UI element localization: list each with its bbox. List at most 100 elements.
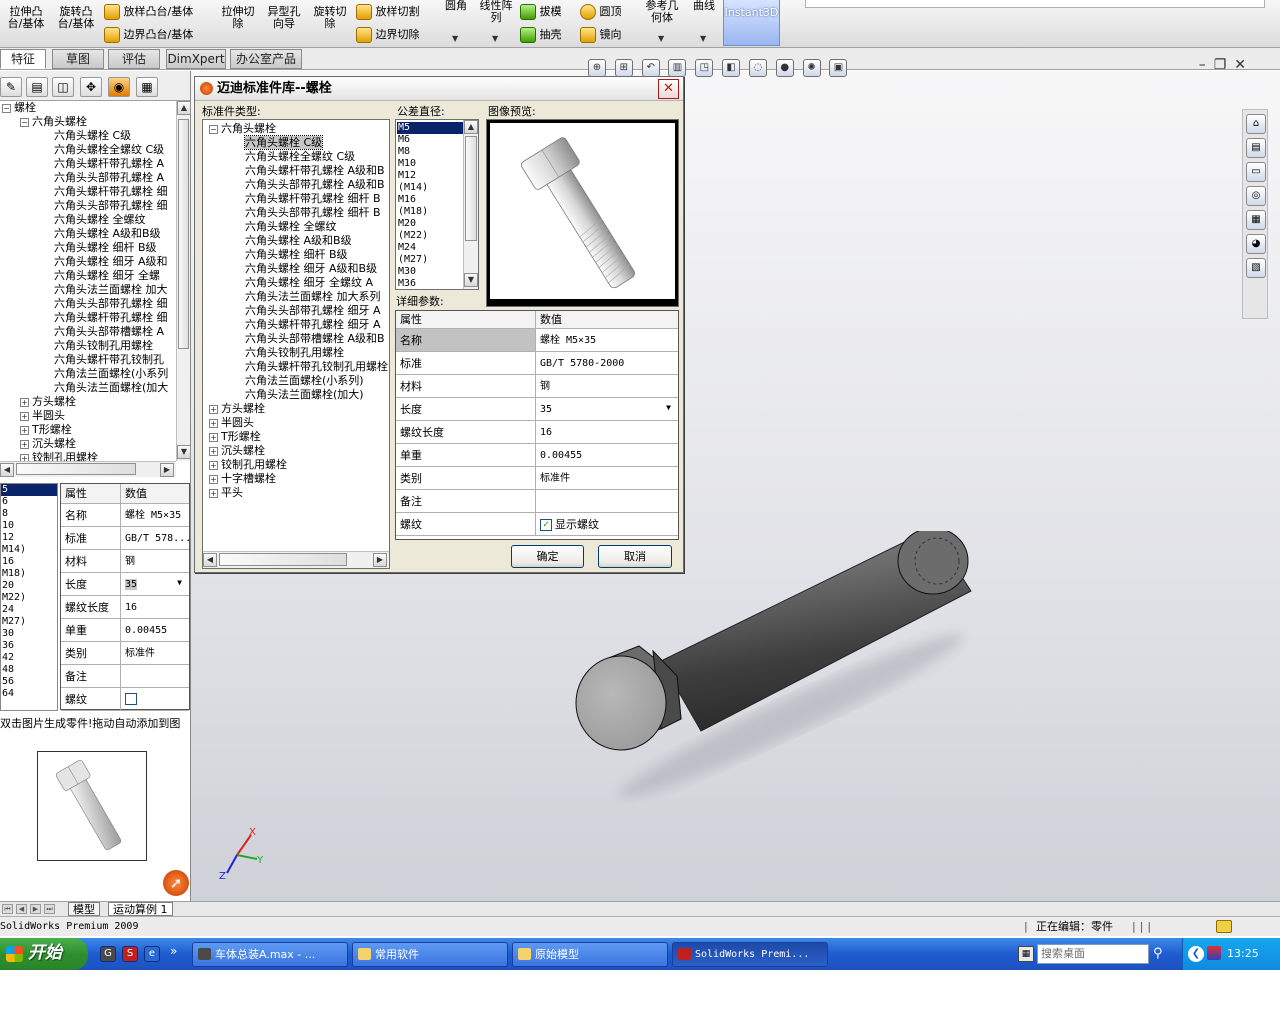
- dlg-tree-folder[interactable]: + 方头螺栓: [209, 402, 265, 416]
- tab-dimxpert[interactable]: DimXpert: [166, 49, 226, 69]
- dlg-tree-folder[interactable]: + 平头: [209, 486, 243, 500]
- tree-item[interactable]: 六角头头部带孔螺栓 细: [54, 199, 168, 213]
- tree-group[interactable]: − 六角头螺栓: [20, 115, 87, 129]
- size-list-item[interactable]: M18): [1, 568, 57, 580]
- quicklaunch-solidworks-icon[interactable]: S: [122, 946, 138, 962]
- dia-scroll-thumb[interactable]: [465, 136, 477, 241]
- property-value[interactable]: 16: [121, 596, 189, 618]
- expand-icon[interactable]: +: [20, 439, 29, 449]
- property-value[interactable]: [536, 490, 678, 512]
- first-tab-icon[interactable]: ⏮: [2, 904, 13, 914]
- dlg-tree-item[interactable]: 六角头螺栓 全螺纹: [245, 220, 337, 234]
- tab-evaluate[interactable]: 评估: [108, 49, 160, 69]
- dlg-tree-item[interactable]: 六角法兰面螺栓(小系列): [245, 374, 364, 388]
- dlg-tree-folder[interactable]: + 沉头螺栓: [209, 444, 265, 458]
- size-list-item[interactable]: 5: [1, 484, 57, 496]
- boundary-cut-button[interactable]: 边界切除: [356, 27, 420, 43]
- maidi-library-icon[interactable]: ◉: [108, 77, 130, 97]
- tree-item[interactable]: 六角头螺栓 细牙 全螺: [54, 269, 160, 283]
- view-palette-icon[interactable]: ▦: [1246, 210, 1266, 230]
- revolve-boss-button[interactable]: 旋转凸 台/基体: [54, 6, 98, 30]
- apply-scene-icon[interactable]: ✺: [802, 59, 821, 77]
- size-list-item[interactable]: 36: [1, 640, 57, 652]
- desktop-search-input[interactable]: 搜索桌面: [1037, 944, 1149, 964]
- taskbar-btn-max[interactable]: 车体总装A.max - ...: [192, 942, 348, 967]
- boundary-boss-button[interactable]: 边界凸台/基体: [104, 27, 193, 43]
- tree-item[interactable]: 六角头螺栓 细杆 B级: [54, 241, 157, 255]
- diameter-list-item[interactable]: M12: [397, 170, 463, 182]
- scroll-up-icon[interactable]: ▲: [177, 101, 191, 115]
- property-value[interactable]: GB/T 578...: [121, 527, 189, 549]
- shell-button[interactable]: 抽壳: [520, 27, 562, 43]
- dlg-tree-item[interactable]: 六角头法兰面螺栓 加大系列: [245, 290, 381, 304]
- thread-checkbox[interactable]: [125, 693, 137, 705]
- size-list-item[interactable]: 12: [1, 532, 57, 544]
- image-preview[interactable]: [486, 119, 679, 307]
- rebuild-tag-icon[interactable]: [1216, 920, 1232, 933]
- dlg-tree-item[interactable]: 六角头螺杆带孔铰制孔用螺栓: [245, 360, 388, 374]
- length-dropdown-icon[interactable]: ▼: [172, 575, 187, 591]
- instant3d-button[interactable]: Instant3D: [723, 0, 780, 46]
- dlg-tree-item[interactable]: 六角头头部带孔螺栓 细杆 B: [245, 206, 381, 220]
- tree-item[interactable]: 六角头法兰面螺栓 加大: [54, 283, 168, 297]
- tree-item[interactable]: 六角头螺栓 C级: [54, 129, 131, 143]
- tree-folder[interactable]: + 铰制孔用螺栓: [20, 451, 98, 461]
- expand-icon[interactable]: +: [209, 460, 218, 470]
- dialog-close-button[interactable]: ✕: [658, 79, 679, 99]
- diameter-list-item[interactable]: M20: [397, 218, 463, 230]
- property-value[interactable]: [121, 688, 189, 710]
- diameter-list-item[interactable]: (M18): [397, 206, 463, 218]
- tree-hscroll[interactable]: ◀ ▶: [0, 461, 176, 477]
- length-dropdown-icon[interactable]: ▼: [661, 400, 676, 416]
- tree-item[interactable]: 六角头螺栓 细牙 A级和: [54, 255, 168, 269]
- size-list-item[interactable]: M22): [1, 592, 57, 604]
- diameter-list-item[interactable]: M5: [397, 122, 463, 134]
- bolt-3d-model[interactable]: [561, 531, 981, 811]
- curves-button[interactable]: 曲线: [688, 0, 720, 12]
- tray-expand-icon[interactable]: ❮: [1188, 946, 1204, 962]
- tree-item[interactable]: 六角头法兰面螺栓(加大: [54, 381, 168, 395]
- property-value[interactable]: 钢: [121, 550, 189, 572]
- search-results-icon[interactable]: ◎: [1246, 186, 1266, 206]
- size-list-item[interactable]: 6: [1, 496, 57, 508]
- tree-item[interactable]: 六角头螺杆带孔螺栓 细: [54, 185, 168, 199]
- hide-show-icon[interactable]: ◌: [748, 59, 767, 77]
- size-list[interactable]: 5 6 8 10 12 M14) 16 M18) 20 M22) 24 M27) 30 36 42 48 56 6…: [0, 483, 58, 711]
- size-list-item[interactable]: 42: [1, 652, 57, 664]
- dimxpert-manager-icon[interactable]: ✥: [80, 77, 102, 97]
- diameter-vscroll[interactable]: ▲ ▼: [463, 120, 478, 289]
- property-value[interactable]: 螺栓 M5×35: [121, 504, 189, 526]
- tree-root[interactable]: − 螺栓: [2, 101, 36, 115]
- cancel-button[interactable]: 取消: [598, 545, 672, 568]
- previous-view-icon[interactable]: ↶: [641, 59, 660, 77]
- tray-app-icon[interactable]: [1207, 946, 1221, 960]
- collapse-icon[interactable]: −: [20, 117, 29, 127]
- dlg-tree-folder[interactable]: + 铰制孔用螺栓: [209, 458, 287, 472]
- curves-dropdown-icon[interactable]: ▼: [700, 34, 706, 43]
- tree-item[interactable]: 六角头螺栓 全螺纹: [54, 213, 146, 227]
- dlg-tree-item[interactable]: 六角头螺杆带孔螺栓 细牙 A: [245, 318, 381, 332]
- draft-button[interactable]: 拔模: [520, 4, 562, 20]
- close-doc-icon[interactable]: ✕: [1234, 57, 1254, 73]
- diameter-list-item[interactable]: M16: [397, 194, 463, 206]
- taskbar-btn-models[interactable]: 原始模型: [512, 942, 668, 967]
- dialog-title-bar[interactable]: 迈迪标准件库--螺栓: [195, 77, 683, 101]
- expand-icon[interactable]: +: [20, 411, 29, 421]
- expand-icon[interactable]: +: [209, 446, 218, 456]
- tab-sketch[interactable]: 草图: [52, 49, 104, 69]
- expand-icon[interactable]: +: [209, 418, 218, 428]
- linear-pattern-button[interactable]: 线性阵 列: [476, 0, 516, 24]
- size-list-item[interactable]: 8: [1, 508, 57, 520]
- property-value[interactable]: 16: [536, 421, 678, 443]
- collapse-icon[interactable]: −: [209, 124, 218, 134]
- dia-scroll-down-icon[interactable]: ▼: [464, 273, 478, 287]
- tree-hscroll-thumb[interactable]: [16, 463, 136, 475]
- ref-geometry-button[interactable]: 参考几 何体: [640, 0, 684, 24]
- last-tab-icon[interactable]: ⏭: [44, 904, 55, 914]
- loft-cut-button[interactable]: 放样切割: [356, 4, 420, 20]
- expand-icon[interactable]: +: [209, 488, 218, 498]
- config-manager-icon[interactable]: ◫: [52, 77, 74, 97]
- tree-item[interactable]: 六角头螺杆带孔螺栓 细: [54, 311, 168, 325]
- maidi-logo-icon[interactable]: ➚: [163, 870, 189, 896]
- tree-scroll-thumb[interactable]: [178, 119, 189, 349]
